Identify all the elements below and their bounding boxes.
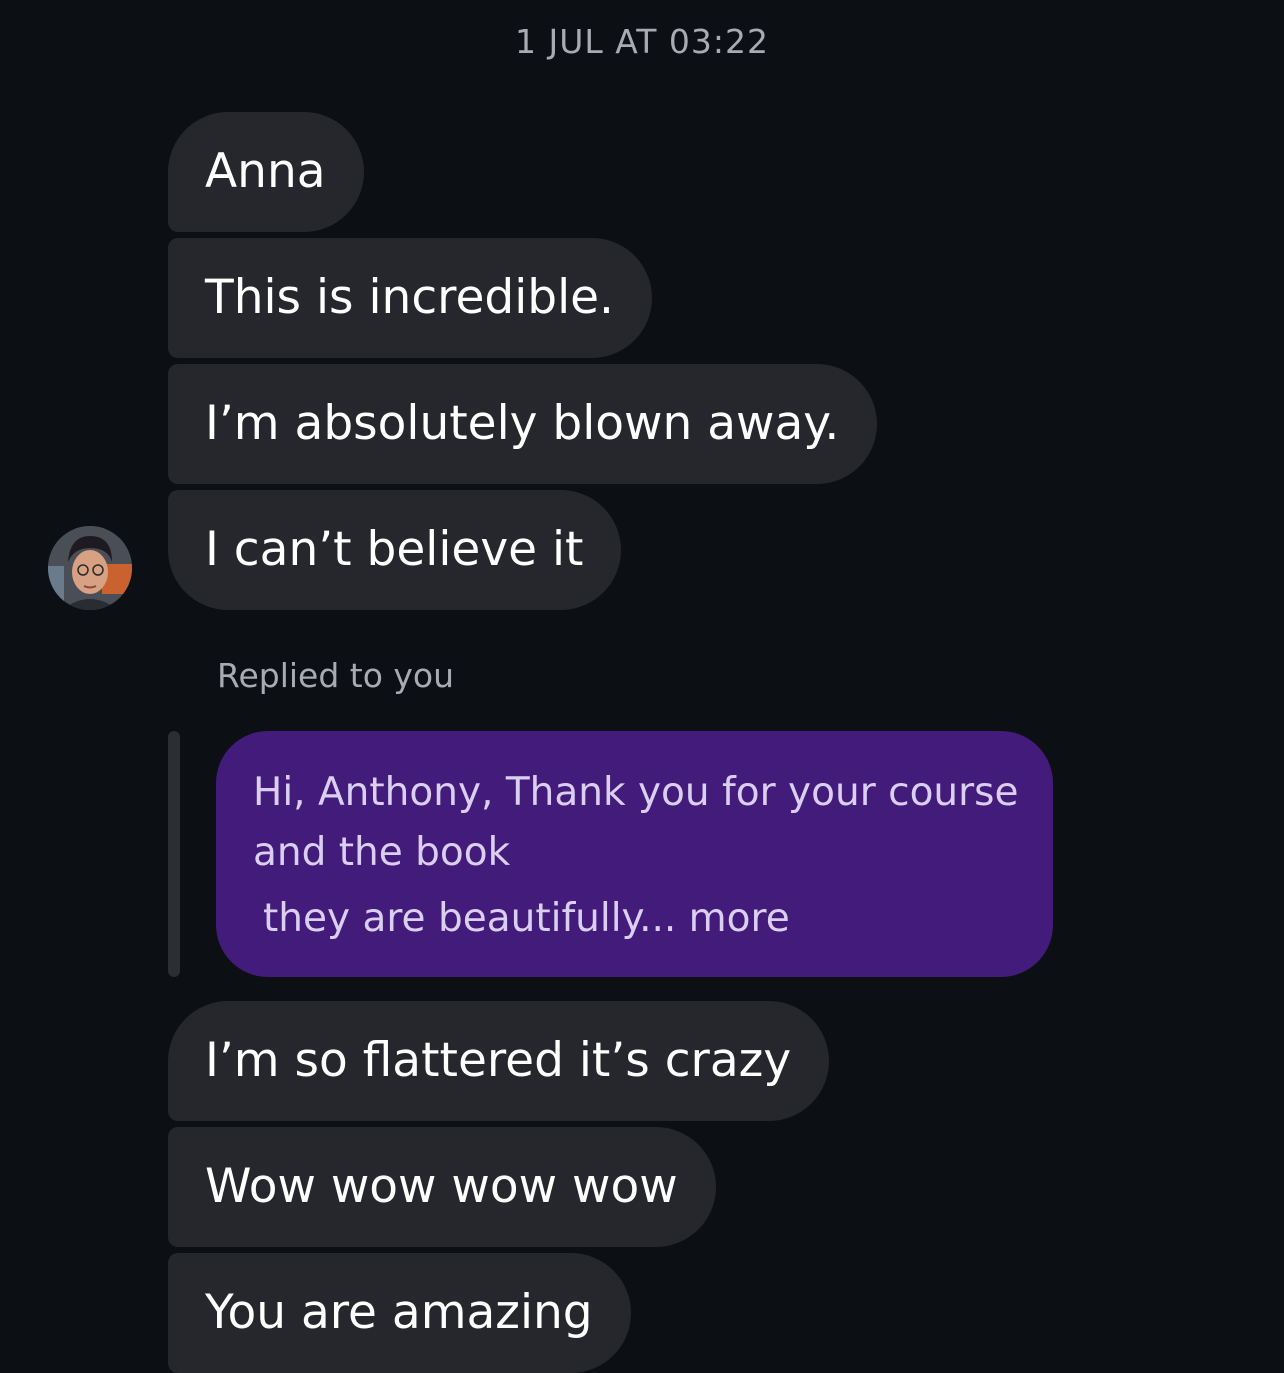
message-bubble[interactable]: This is incredible. xyxy=(168,238,653,358)
message-bubble[interactable]: I’m absolutely blown away. xyxy=(168,364,878,484)
message-bubble[interactable]: I can’t believe it xyxy=(168,490,622,610)
message-timestamp: 1 JUL AT 03:22 xyxy=(514,22,769,61)
avatar-photo-icon xyxy=(48,526,132,610)
sender-avatar[interactable] xyxy=(48,526,132,610)
quoted-message-line: Hi, Anthony, Thank you for your course xyxy=(253,770,1019,815)
reply-indicator-bar xyxy=(168,731,180,977)
quoted-message-more-line[interactable]: they are beautifully... more xyxy=(253,889,1013,949)
quoted-message-bubble[interactable]: Hi, Anthony, Thank you for your course a… xyxy=(216,731,1053,977)
quoted-message-line: and the book xyxy=(253,830,511,875)
message-bubble[interactable]: Wow wow wow wow xyxy=(168,1127,716,1247)
message-bubble[interactable]: I’m so flattered it’s crazy xyxy=(168,1001,830,1121)
replied-to-you-label: Replied to you xyxy=(217,656,455,695)
message-bubble[interactable]: Anna xyxy=(168,112,364,232)
message-bubble[interactable]: You are amazing xyxy=(168,1253,631,1373)
